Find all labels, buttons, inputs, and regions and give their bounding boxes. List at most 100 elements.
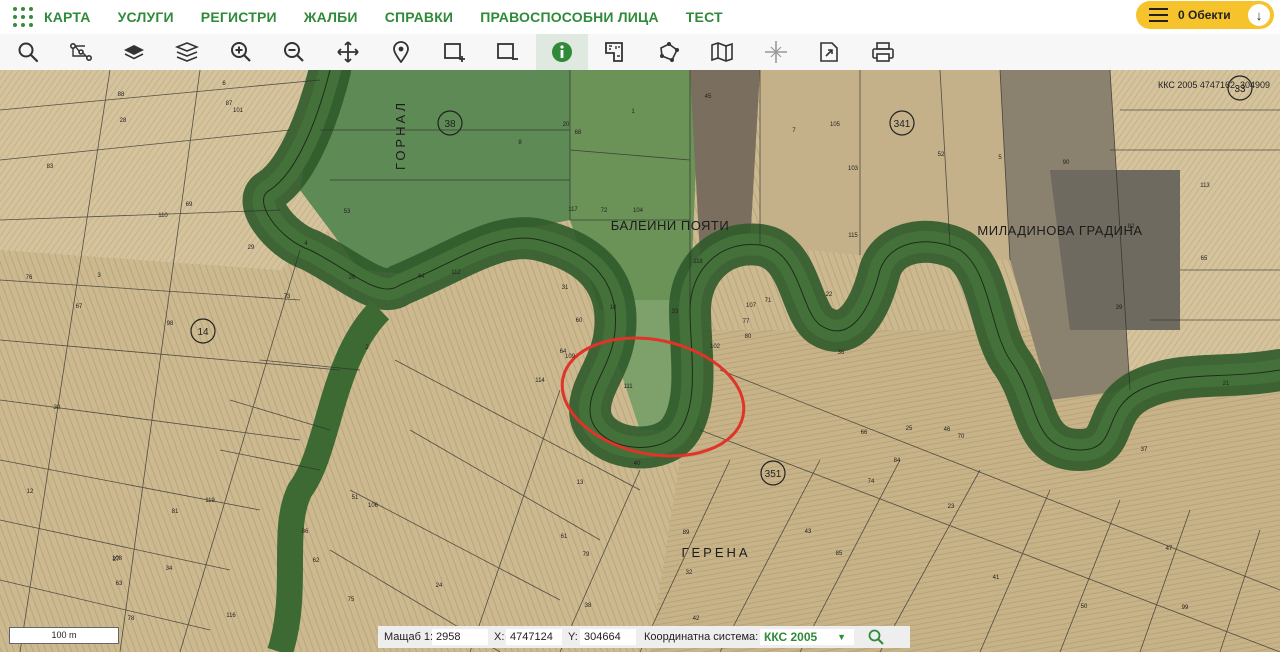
place-label-miladinova: МИЛАДИНОВА ГРАДИНА	[977, 223, 1142, 238]
search-icon	[18, 42, 39, 63]
export-tool-button[interactable]	[803, 34, 855, 70]
parcel-number: 98	[167, 321, 174, 327]
parcel-number: 75	[348, 597, 355, 603]
parcel-number: 104	[633, 208, 644, 214]
nav-item-zhalbi[interactable]: ЖАЛБИ	[304, 9, 358, 25]
parcel-number: 40	[634, 461, 641, 467]
parcel-number: 51	[352, 495, 359, 501]
select-remove-tool-button[interactable]	[482, 34, 534, 70]
parcel-number: 86	[302, 529, 309, 535]
parcel-circle-label: 38	[444, 119, 456, 130]
crosshair-icon	[765, 41, 787, 63]
objects-count-label: 0 Обекти	[1178, 8, 1231, 22]
parcel-number: 69	[186, 202, 193, 208]
parcel-number: 43	[805, 529, 812, 535]
parcel-number: 22	[826, 292, 833, 298]
map-tool-button[interactable]	[696, 34, 748, 70]
objects-button[interactable]: 0 Обекти ↓	[1136, 1, 1274, 29]
pin-tool-button[interactable]	[375, 34, 427, 70]
parcel-circle-label: 341	[894, 119, 911, 130]
parcel-number: 112	[451, 270, 461, 276]
parcel-number: 32	[686, 570, 693, 576]
parcel-number: 73	[284, 294, 291, 300]
map-toolbar	[0, 34, 1280, 71]
scale-label: Мащаб 1:	[384, 631, 434, 643]
parcel-number: 70	[958, 434, 965, 440]
select-remove-icon	[497, 43, 518, 60]
zoom-in-tool-button[interactable]	[215, 34, 267, 70]
info-icon	[552, 42, 572, 62]
parcel-number: 87	[226, 101, 233, 107]
parcel-number: 45	[705, 94, 712, 100]
parcel-number: 85	[836, 551, 843, 557]
nav-item-registri[interactable]: РЕГИСТРИ	[201, 9, 277, 25]
parcel-number: 21	[1223, 381, 1230, 387]
parcel-number: 29	[248, 245, 255, 251]
nav-item-uslugi[interactable]: УСЛУГИ	[118, 9, 174, 25]
parcel-number: 84	[894, 458, 901, 464]
parcel-number: 30	[54, 405, 61, 411]
parcel-number: 24	[436, 583, 443, 589]
parcel-number: 61	[561, 534, 568, 540]
parcel-number: 67	[76, 304, 83, 310]
zoom-out-tool-button[interactable]	[268, 34, 320, 70]
parcel-number: 77	[743, 319, 750, 325]
print-tool-button[interactable]	[857, 34, 909, 70]
parcel-number: 117	[568, 207, 578, 213]
nav-item-test[interactable]: ТЕСТ	[686, 9, 723, 25]
coordinate-search-button[interactable]	[868, 629, 886, 645]
parcel-number: 114	[535, 378, 545, 384]
scale-bar: 100 m	[9, 627, 119, 644]
info-tool-button[interactable]	[536, 34, 588, 70]
apps-grid-icon[interactable]	[12, 6, 34, 28]
nav-item-spravki[interactable]: СПРАВКИ	[385, 9, 454, 25]
download-arrow-icon[interactable]: ↓	[1248, 4, 1270, 26]
scale-input[interactable]: 2958	[432, 629, 488, 645]
parcel-number: 111	[623, 384, 633, 390]
map-canvas[interactable]: 14 351 341 33 38 111 110 109 108 107 106 105 104 103…	[0, 70, 1280, 652]
parcel-number: 34	[166, 566, 173, 572]
parcel-number: 113	[1200, 183, 1210, 189]
parcel-number: 13	[577, 480, 584, 486]
parcel-number: 65	[1201, 256, 1208, 262]
parcel-number: 110	[158, 213, 168, 219]
polygon-icon	[660, 42, 679, 62]
route-tool-button[interactable]	[55, 34, 107, 70]
parcel-number: 31	[562, 285, 569, 291]
parcel-number: 60	[576, 318, 583, 324]
polygon-tool-button[interactable]	[643, 34, 695, 70]
crosshair-tool-button[interactable]	[750, 34, 802, 70]
satellite-map: 143513413338 111110109108107106105104103…	[0, 70, 1280, 652]
measure-icon	[605, 42, 623, 62]
pin-icon	[393, 41, 409, 63]
layers-tool-button[interactable]	[161, 34, 213, 70]
parcel-number: 106	[368, 503, 379, 509]
select-add-tool-button[interactable]	[429, 34, 481, 70]
y-input[interactable]: 304664	[580, 629, 636, 645]
measure-tool-button[interactable]	[589, 34, 641, 70]
layer-tool-button[interactable]	[108, 34, 160, 70]
hamburger-icon	[1149, 8, 1168, 22]
coordinate-readout: ККС 2005 4747162, 304909	[1158, 80, 1270, 90]
parcel-number: 63	[116, 581, 123, 587]
crs-label: Координатна система:	[644, 631, 759, 643]
crs-select[interactable]: ККС 2005 ▼	[760, 629, 854, 645]
x-label: X:	[494, 631, 505, 643]
parcel-number: 23	[948, 504, 955, 510]
y-label: Y:	[568, 631, 578, 643]
parcel-number: 25	[906, 426, 913, 432]
nav-item-karta[interactable]: КАРТА	[44, 9, 91, 25]
x-input[interactable]: 4747124	[506, 629, 562, 645]
nav-item-pravosposobni-lica[interactable]: ПРАВОСПОСОБНИ ЛИЦА	[480, 9, 659, 25]
place-label-gornal: ГОРНАЛ	[393, 100, 408, 170]
parcel-number: 41	[993, 575, 1000, 581]
parcel-number: 68	[575, 130, 582, 136]
parcel-number: 20	[563, 122, 570, 128]
layer-icon	[124, 45, 144, 60]
search-tool-button[interactable]	[2, 34, 54, 70]
parcel-number: 26	[349, 275, 356, 281]
pan-tool-button[interactable]	[322, 34, 374, 70]
pan-icon	[337, 41, 359, 63]
parcel-number: 36	[838, 350, 845, 356]
parcel-number: 79	[583, 552, 590, 558]
